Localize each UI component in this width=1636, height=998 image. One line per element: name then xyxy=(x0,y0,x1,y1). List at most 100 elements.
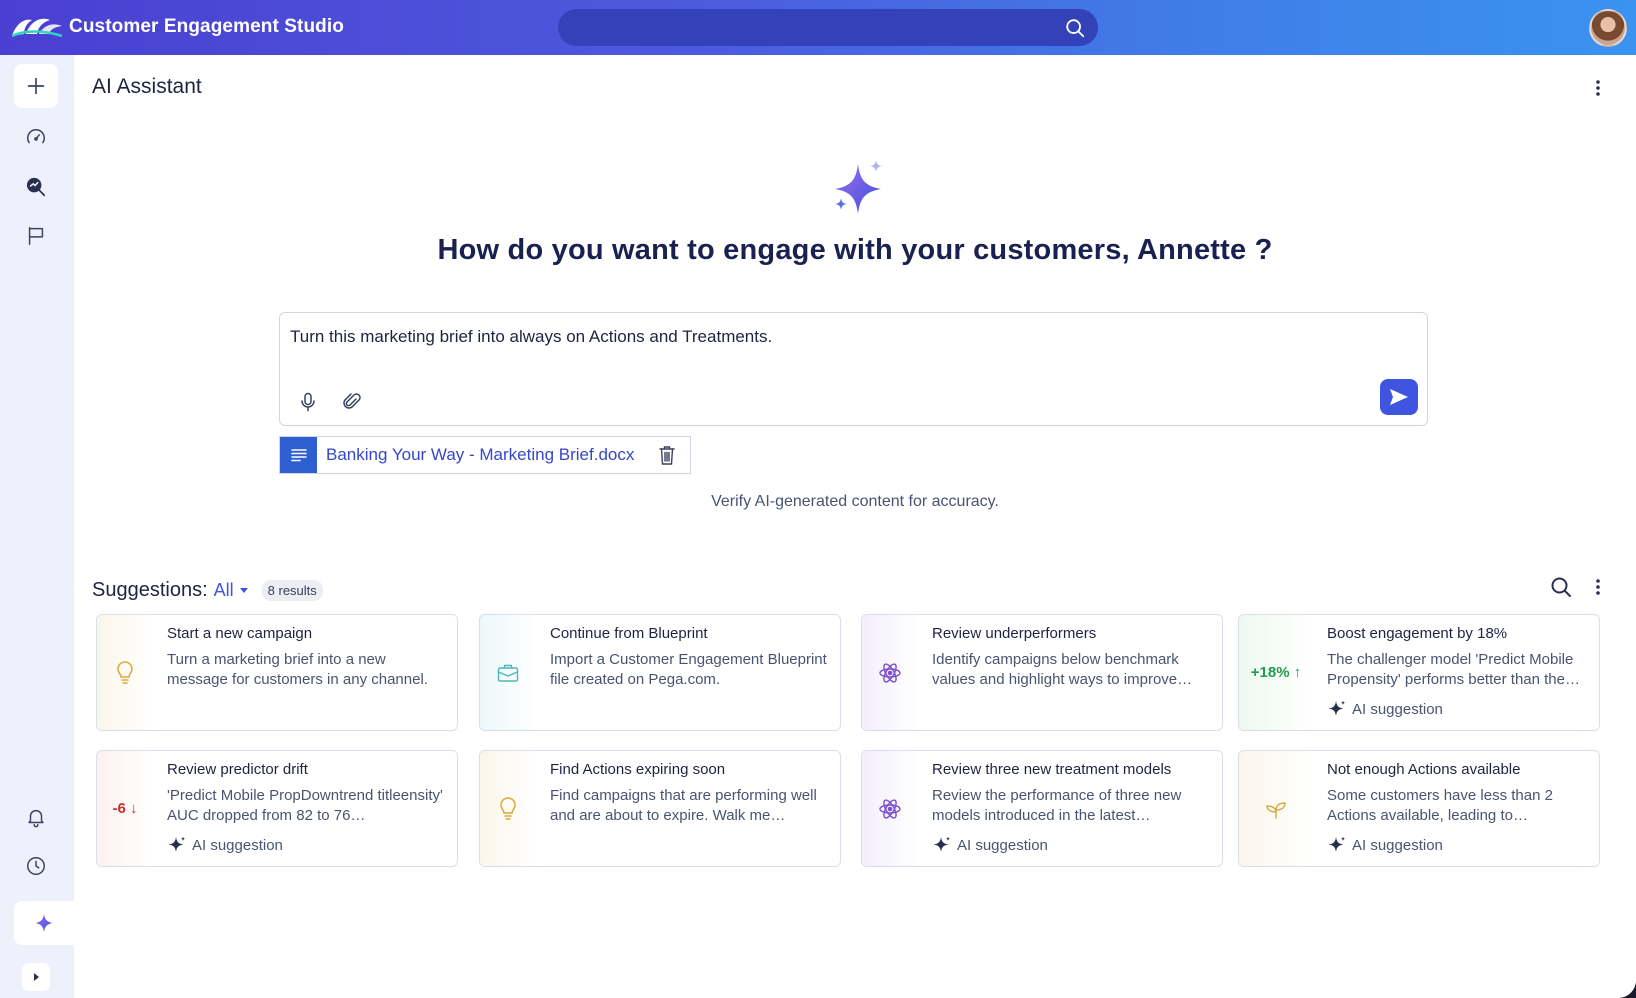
prompt-text[interactable]: Turn this marketing brief into always on… xyxy=(290,327,772,347)
card-icon-column: +18% ↑ xyxy=(1239,615,1313,730)
nav-dashboard[interactable] xyxy=(14,116,58,160)
more-vertical-icon xyxy=(1596,80,1600,96)
ai-suggestion-label: AI suggestion xyxy=(957,836,1048,854)
ai-suggestion-tag: AI suggestion xyxy=(1327,699,1443,719)
search-input[interactable] xyxy=(576,9,1056,46)
suggestions-label: Suggestions: xyxy=(92,578,208,601)
microphone-icon xyxy=(301,392,315,412)
ai-disclaimer: Verify AI-generated content for accuracy… xyxy=(711,493,999,510)
ai-suggestion-tag: AI suggestion xyxy=(1327,835,1443,855)
card-title: Not enough Actions available xyxy=(1327,761,1521,778)
card-description: The challenger model 'Predict Mobile Pro… xyxy=(1327,651,1580,688)
microphone-button[interactable] xyxy=(296,390,320,414)
metric-uplift: +18% ↑ xyxy=(1250,664,1302,681)
card-description: Review the performance of three new mode… xyxy=(932,787,1182,824)
card-description: Some customers have less than 2 Actions … xyxy=(1327,787,1553,824)
card-title: Find Actions expiring soon xyxy=(550,761,726,778)
attach-button[interactable] xyxy=(340,390,364,414)
card-icon-column xyxy=(862,751,918,866)
prompt-input-box[interactable]: Turn this marketing brief into always on… xyxy=(279,312,1428,426)
card-title: Review three new treatment models xyxy=(932,761,1172,778)
suggestion-card[interactable]: +18% ↑ Boost engagement by 18% The chall… xyxy=(1238,614,1600,731)
caret-right-icon xyxy=(34,973,39,981)
clock-icon xyxy=(27,857,45,875)
suggestions-search-icon[interactable] xyxy=(1549,575,1573,599)
card-icon-column xyxy=(480,615,536,730)
card-title: Start a new campaign xyxy=(167,625,313,642)
ai-suggestion-label: AI suggestion xyxy=(1352,700,1443,718)
sparkle-icon xyxy=(168,836,186,852)
suggestions-header: Suggestions: All 8 results xyxy=(92,575,323,605)
suggestions-filter-dropdown[interactable]: All xyxy=(214,580,234,601)
suggestions-more-button[interactable] xyxy=(1588,575,1608,599)
card-icon-column xyxy=(1239,751,1313,866)
nav-insights[interactable] xyxy=(14,165,58,209)
analytics-search-icon xyxy=(26,177,46,197)
card-description: 'Predict Mobile PropDowntrend titleensit… xyxy=(167,787,443,824)
suggestion-card[interactable]: Continue from Blueprint Import a Custome… xyxy=(479,614,841,731)
app-title: Customer Engagement Studio xyxy=(69,16,344,37)
attached-file-name[interactable]: Banking Your Way - Marketing Brief.docx xyxy=(326,445,634,465)
card-title: Boost engagement by 18% xyxy=(1327,625,1508,642)
sparkle-icon xyxy=(35,913,53,933)
nav-history[interactable] xyxy=(14,844,58,888)
sparkle-icon xyxy=(1328,836,1346,852)
more-vertical-icon xyxy=(1596,579,1600,595)
sparkle-icon xyxy=(933,836,951,852)
top-bar: Customer Engagement Studio xyxy=(0,0,1636,55)
suggestion-card[interactable]: Start a new campaign Turn a marketing br… xyxy=(96,614,458,731)
briefcase-icon xyxy=(497,664,519,682)
ai-suggestion-tag: AI suggestion xyxy=(167,835,283,855)
send-icon xyxy=(1390,389,1408,405)
card-description: Import a Customer Engagement Blueprint f… xyxy=(550,651,827,688)
new-item-button[interactable] xyxy=(14,64,58,108)
card-title: Review underperformers xyxy=(932,625,1097,642)
card-description: Find campaigns that are performing well … xyxy=(550,787,817,824)
main-content: AI Assistant How do you want to engage w… xyxy=(74,55,1636,998)
document-icon xyxy=(280,437,317,473)
trash-icon xyxy=(659,446,675,465)
send-button[interactable] xyxy=(1380,379,1418,415)
nav-notifications[interactable] xyxy=(14,795,58,839)
nav-campaigns[interactable] xyxy=(14,214,58,258)
gauge-icon xyxy=(27,129,45,144)
card-title: Review predictor drift xyxy=(167,761,308,778)
suggestion-card[interactable]: Review three new treatment models Review… xyxy=(861,750,1223,867)
suggestion-card[interactable]: -6 ↓ Review predictor drift 'Predict Mob… xyxy=(96,750,458,867)
ai-suggestion-label: AI suggestion xyxy=(192,836,283,854)
ai-suggestion-label: AI suggestion xyxy=(1352,836,1443,854)
suggestion-card[interactable]: Not enough Actions available Some custom… xyxy=(1238,750,1600,867)
remove-file-button[interactable] xyxy=(656,443,678,467)
plus-icon xyxy=(27,77,45,95)
suggestion-card[interactable]: Find Actions expiring soon Find campaign… xyxy=(479,750,841,867)
atom-icon xyxy=(879,662,901,683)
card-icon-column xyxy=(480,751,536,866)
paperclip-icon xyxy=(343,393,361,409)
lightbulb-icon xyxy=(500,796,516,820)
caret-down-icon[interactable] xyxy=(239,587,248,593)
user-avatar[interactable] xyxy=(1589,9,1627,47)
card-icon-column xyxy=(97,615,153,730)
page-title: AI Assistant xyxy=(92,75,202,98)
hero-heading: How do you want to engage with your cust… xyxy=(437,234,1273,266)
global-search[interactable] xyxy=(558,9,1098,46)
expand-rail-button[interactable] xyxy=(22,963,50,991)
ai-sparkle-icon xyxy=(835,160,882,214)
lightbulb-icon xyxy=(117,660,133,684)
bell-icon xyxy=(28,809,44,828)
card-description: Turn a marketing brief into a new messag… xyxy=(167,651,428,688)
nav-ai-assistant[interactable] xyxy=(14,901,74,945)
app-logo-icon[interactable] xyxy=(10,14,62,38)
app-window: Customer Engagement Studio AI Assistant … xyxy=(0,0,1636,998)
page-more-button[interactable] xyxy=(1588,76,1608,100)
atom-icon xyxy=(879,798,901,819)
sparkle-icon xyxy=(1328,700,1346,716)
card-description: Identify campaigns below benchmark value… xyxy=(932,651,1193,688)
search-icon[interactable] xyxy=(1064,17,1086,39)
attached-file-chip[interactable]: Banking Your Way - Marketing Brief.docx xyxy=(279,436,691,474)
results-count-badge: 8 results xyxy=(261,579,323,601)
card-title: Continue from Blueprint xyxy=(550,625,708,642)
sprout-icon xyxy=(1266,801,1286,819)
card-icon-column xyxy=(862,615,918,730)
suggestion-card[interactable]: Review underperformers Identify campaign… xyxy=(861,614,1223,731)
